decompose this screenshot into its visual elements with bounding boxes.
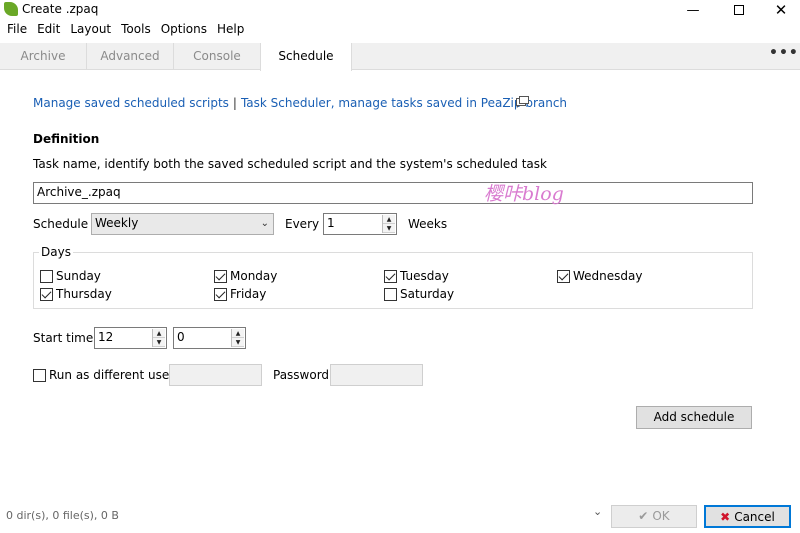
close-icon: ✕ (774, 1, 788, 19)
menu-file[interactable]: File (2, 20, 32, 39)
friday-checkbox[interactable] (214, 287, 227, 301)
sunday-checkbox[interactable] (40, 269, 53, 283)
menu-help[interactable]: Help (212, 20, 249, 39)
more-options-icon[interactable]: ••• (769, 43, 798, 67)
menu-layout[interactable]: Layout (65, 20, 116, 39)
day-saturday[interactable]: Saturday (384, 287, 454, 301)
run-as-different-user[interactable]: Run as different user (33, 368, 174, 382)
minimize-icon: — (686, 2, 700, 18)
definition-heading: Definition (33, 132, 100, 146)
every-stepper[interactable]: 1 ▲ ▼ (323, 213, 397, 235)
day-thursday[interactable]: Thursday (40, 287, 112, 301)
menu-options[interactable]: Options (156, 20, 212, 39)
spin-down-icon[interactable]: ▼ (232, 338, 244, 347)
menu-edit[interactable]: Edit (32, 20, 65, 39)
monday-checkbox[interactable] (214, 269, 227, 283)
close-button[interactable]: ✕ (758, 0, 800, 20)
password-label: Password (273, 368, 330, 382)
weeks-label: Weeks (408, 217, 448, 231)
username-field[interactable] (169, 364, 262, 386)
ok-button[interactable]: ✔ OK (611, 505, 697, 528)
day-tuesday[interactable]: Tuesday (384, 269, 449, 283)
watermark: 樱咔blog (484, 183, 564, 205)
start-minute-stepper[interactable]: 0 ▲ ▼ (173, 327, 246, 349)
start-minute-value: 0 (177, 330, 185, 344)
day-friday[interactable]: Friday (214, 287, 266, 301)
tab-schedule[interactable]: Schedule (260, 43, 352, 71)
day-monday[interactable]: Monday (214, 269, 277, 283)
hour-spin-buttons[interactable]: ▲ ▼ (152, 329, 165, 347)
task-name-label: Task name, identify both the saved sched… (33, 157, 547, 171)
chat-icon[interactable] (516, 96, 530, 108)
tab-advanced[interactable]: Advanced (87, 43, 174, 70)
tab-bar: Archive Advanced Console Schedule (0, 43, 800, 71)
tab-console[interactable]: Console (174, 43, 261, 70)
start-hour-stepper[interactable]: 12 ▲ ▼ (94, 327, 167, 349)
every-value: 1 (327, 216, 335, 230)
check-icon: ✔ (638, 509, 649, 523)
day-wednesday[interactable]: Wednesday (557, 269, 642, 283)
cancel-button[interactable]: ✖ Cancel (704, 505, 791, 528)
manage-scripts-link[interactable]: Manage saved scheduled scripts (33, 96, 229, 110)
cancel-x-icon: ✖ (720, 510, 731, 524)
spin-up-icon[interactable]: ▲ (232, 329, 244, 338)
maximize-button[interactable] (716, 0, 762, 20)
tuesday-checkbox[interactable] (384, 269, 397, 283)
wednesday-checkbox[interactable] (557, 269, 570, 283)
spin-up-icon[interactable]: ▲ (383, 215, 395, 224)
schedule-selected-value: Weekly (95, 216, 139, 230)
tab-archive[interactable]: Archive (0, 43, 87, 70)
spin-down-icon[interactable]: ▼ (153, 338, 165, 347)
menu-tools[interactable]: Tools (116, 20, 156, 39)
schedule-label: Schedule (33, 217, 89, 231)
every-label: Every (285, 217, 320, 231)
links-separator: | (232, 96, 237, 110)
days-label: Days (39, 245, 73, 259)
thursday-checkbox[interactable] (40, 287, 53, 301)
password-field[interactable] (330, 364, 423, 386)
saturday-checkbox[interactable] (384, 287, 397, 301)
peazip-app-icon (4, 2, 18, 16)
start-time-label: Start time (33, 331, 94, 345)
minimize-button[interactable]: — (670, 0, 716, 20)
day-sunday[interactable]: Sunday (40, 269, 101, 283)
minute-spin-buttons[interactable]: ▲ ▼ (231, 329, 244, 347)
schedule-select[interactable]: Weekly ⌄ (91, 213, 274, 235)
add-schedule-button[interactable]: Add schedule (636, 406, 752, 429)
run-as-checkbox[interactable] (33, 368, 46, 382)
window-title: Create .zpaq (22, 2, 99, 16)
spin-down-icon[interactable]: ▼ (383, 224, 395, 233)
task-name-input[interactable]: Archive_.zpaq (33, 182, 753, 204)
spin-up-icon[interactable]: ▲ (153, 329, 165, 338)
start-hour-value: 12 (98, 330, 114, 344)
chevron-down-icon: ⌄ (260, 218, 269, 229)
links-row: Manage saved scheduled scripts | Task Sc… (33, 96, 567, 110)
menu-bar: File Edit Layout Tools Options Help (0, 20, 800, 39)
every-spin-buttons[interactable]: ▲ ▼ (382, 215, 395, 233)
maximize-icon (734, 5, 744, 15)
chevron-down-icon[interactable]: ⌄ (593, 505, 602, 518)
title-bar: Create .zpaq — ✕ (0, 0, 800, 20)
status-text: 0 dir(s), 0 file(s), 0 B (6, 509, 119, 522)
